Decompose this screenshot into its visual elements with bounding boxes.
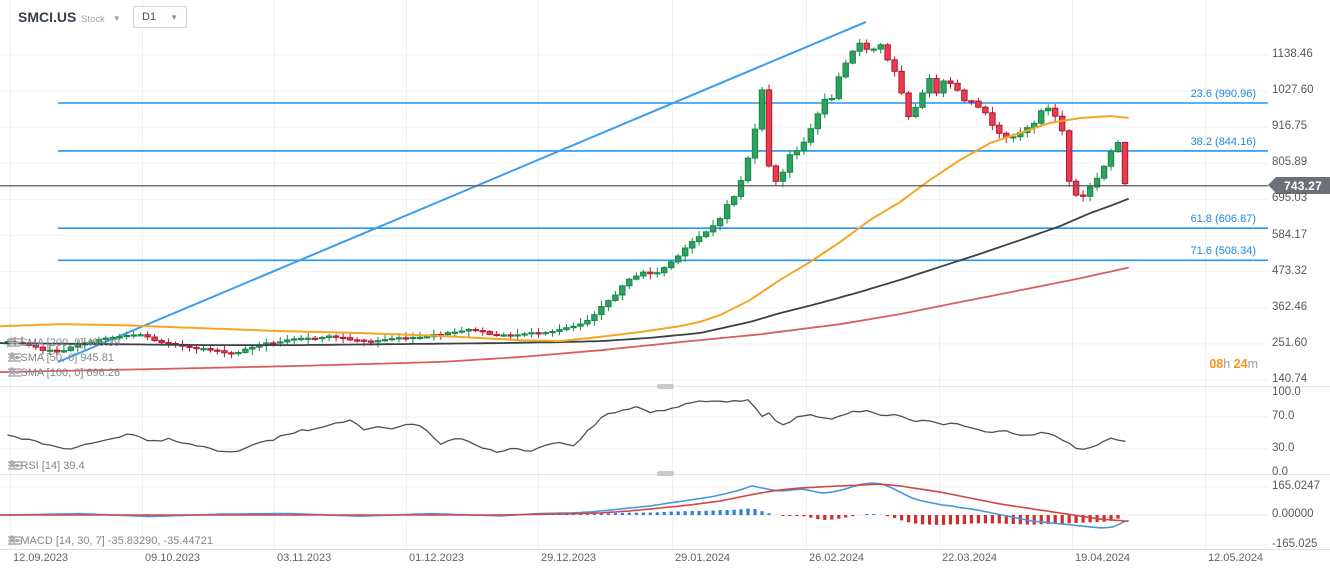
date-axis-label: 26.02.2024	[809, 552, 865, 564]
candlesticks	[4, 38, 1129, 359]
date-axis-label: 12.09.2023	[13, 552, 69, 564]
price-axis-label: 584.17	[1272, 229, 1308, 241]
macd-axis-label: 165.0247	[1272, 480, 1320, 492]
chevron-down-icon: ▼	[112, 14, 121, 23]
indicator-settings-icon[interactable]	[8, 337, 21, 348]
fib-level-label[interactable]: 38.2 (844.16)	[1191, 136, 1256, 148]
fib-level-label[interactable]: 61.8 (606.87)	[1191, 213, 1256, 225]
chevron-down-icon: ▼	[170, 12, 178, 22]
legend-label: SMA [200, 0] 485.39	[20, 337, 121, 349]
current-price-value: 743.27	[1284, 178, 1322, 193]
indicator-settings-icon[interactable]	[8, 367, 21, 378]
date-axis-label: 09.10.2023	[145, 552, 201, 564]
date-axis-label: 22.03.2024	[942, 552, 998, 564]
rsi-axis-label: 100.0	[1272, 386, 1301, 398]
price-axis-label: 251.60	[1272, 337, 1308, 349]
legend-label: SMA [100, 0] 696.26	[20, 367, 121, 379]
date-axis-label: 29.01.2024	[675, 552, 731, 564]
indicator-settings-icon[interactable]	[8, 535, 21, 546]
price-axis-label: 805.89	[1272, 156, 1308, 168]
legend-macd: ✕ MACD [14, 30, 7] -35.83290, -35.44721	[8, 535, 213, 547]
legend-sma-50: ✕ SMA [50, 0] 945.81	[8, 352, 114, 364]
gridlines	[0, 0, 1330, 550]
legend-label: MACD [14, 30, 7] -35.83290, -35.44721	[20, 535, 214, 547]
macd-axis-label: 0.00000	[1272, 508, 1314, 520]
rsi-axis-label: 70.0	[1272, 410, 1295, 422]
fib-level-label[interactable]: 23.6 (990.96)	[1191, 88, 1256, 100]
fibonacci-lines	[58, 102, 1268, 262]
countdown-minutes: 24	[1233, 357, 1248, 371]
macd-axis-label: -165.025	[1272, 538, 1318, 550]
trendline	[57, 20, 867, 363]
countdown-hours-unit: h	[1223, 357, 1231, 371]
price-axis-label: 473.32	[1272, 265, 1308, 277]
instrument-type-label: Stock	[81, 14, 105, 24]
timeframe-dropdown[interactable]: D1 ▼	[133, 6, 187, 28]
indicator-settings-icon[interactable]	[8, 460, 21, 471]
date-axis-label: 01.12.2023	[409, 552, 465, 564]
legend-sma-200: ✕ SMA [200, 0] 485.39	[8, 337, 120, 349]
date-axis-label: 19.04.2024	[1075, 552, 1131, 564]
timeframe-value: D1	[142, 11, 157, 23]
rsi-axis-label: 30.0	[1272, 442, 1295, 454]
rsi-axis-label: 0.0	[1272, 466, 1288, 478]
countdown-minutes-unit: m	[1247, 357, 1258, 371]
indicator-settings-icon[interactable]	[8, 352, 21, 363]
chart-canvas	[0, 0, 1330, 550]
legend-sma-100: ✕ SMA [100, 0] 696.26	[8, 367, 120, 379]
chart-window: SMCI.US Stock ▼ D1 ▼ ✕ SMA [200, 0] 485.39…	[0, 0, 1330, 577]
price-axis-label: 1027.60	[1272, 84, 1314, 96]
rsi-panel-resize-handle[interactable]	[657, 384, 674, 389]
price-axis-label: 1138.46	[1272, 48, 1313, 60]
price-axis-label: 916.75	[1272, 120, 1308, 132]
legend-label: SMA [50, 0] 945.81	[20, 352, 114, 364]
candle-countdown: 08h 24m	[1209, 357, 1258, 371]
date-axis-label: 29.12.2023	[541, 552, 597, 564]
price-axis-label: 140.74	[1272, 373, 1308, 385]
countdown-hours: 08	[1209, 357, 1224, 371]
rsi-plot	[7, 399, 1126, 453]
fib-level-label[interactable]: 71.6 (508.34)	[1191, 245, 1256, 257]
price-axis-label: 362.46	[1272, 301, 1308, 313]
price-axis-label: 695.03	[1272, 192, 1308, 204]
symbol-selector[interactable]: SMCI.US Stock ▼	[18, 9, 121, 25]
sma-lines	[0, 115, 1129, 374]
legend-label: RSI [14] 39.4	[20, 460, 85, 472]
macd-panel-resize-handle[interactable]	[657, 471, 674, 476]
date-axis-label: 03.11.2023	[277, 552, 332, 564]
legend-rsi: ✕ RSI [14] 39.4	[8, 460, 85, 472]
symbol-name: SMCI.US	[18, 9, 77, 25]
macd-plot	[0, 482, 1129, 529]
date-axis-label: 12.05.2024	[1208, 552, 1264, 564]
